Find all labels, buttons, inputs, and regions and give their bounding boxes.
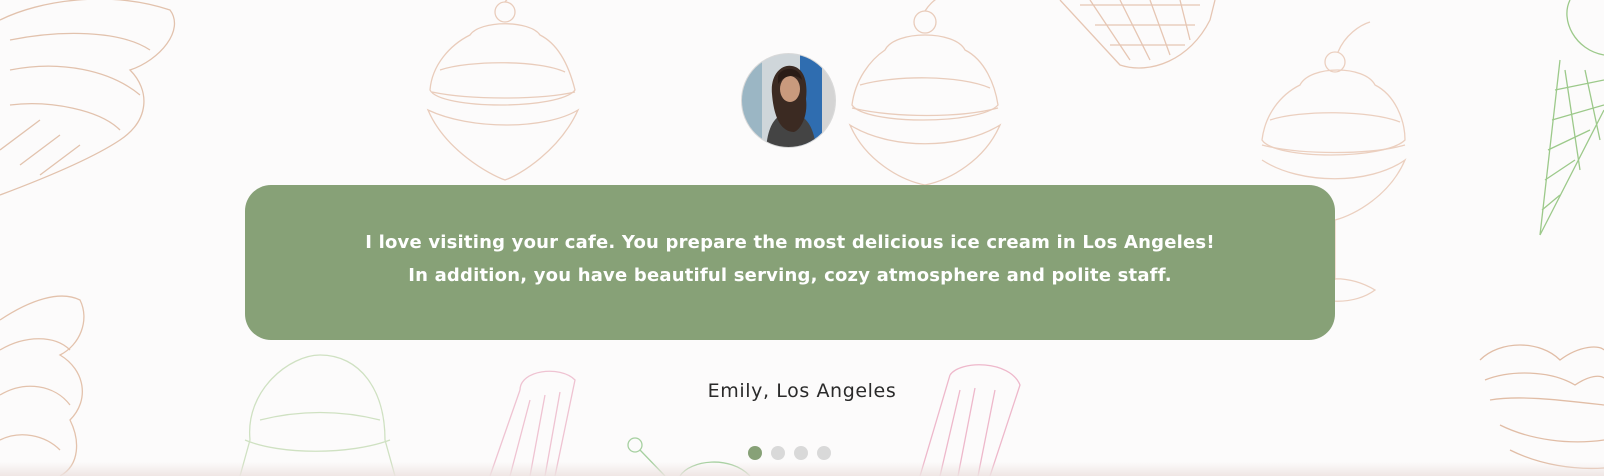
- carousel-dot[interactable]: [748, 446, 762, 460]
- sundae-sketch-icon: [426, 0, 580, 181]
- testimonial-card: I love visiting your cafe. You prepare t…: [245, 185, 1335, 340]
- soft-serve-sketch-icon: [1479, 344, 1604, 470]
- carousel-dot[interactable]: [771, 446, 785, 460]
- carousel-dot[interactable]: [817, 446, 831, 460]
- testimonial-author: Emily, Los Angeles: [707, 380, 897, 402]
- customer-photo-icon: [742, 54, 835, 147]
- customer-avatar: [741, 53, 836, 148]
- carousel-dot[interactable]: [794, 446, 808, 460]
- bottom-fade: [0, 462, 1604, 476]
- cone-sketch-icon: [1059, 0, 1216, 69]
- cone-sketch-icon: [1539, 0, 1604, 236]
- scoop-sketch-icon: [239, 354, 396, 476]
- sundae-sketch-icon: [848, 0, 1002, 186]
- carousel-pagination: [748, 446, 831, 460]
- testimonial-quote: I love visiting your cafe. You prepare t…: [365, 231, 1215, 286]
- ice-cream-sketch-icon: [0, 0, 176, 196]
